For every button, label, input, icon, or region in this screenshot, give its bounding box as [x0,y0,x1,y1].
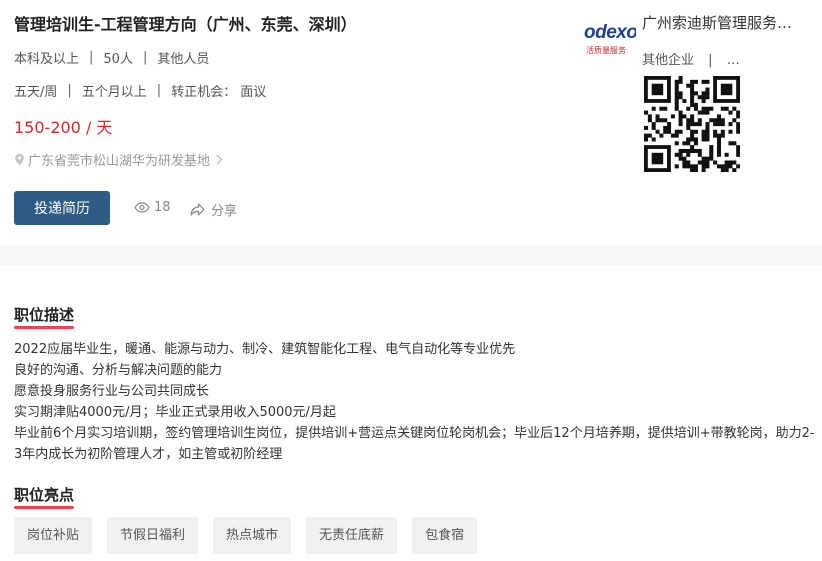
job-title: 管理培训生-工程管理方向（广州、东莞、深圳） [14,15,357,34]
view-count: 18 [134,200,171,215]
salary: 150-200 / 天 [14,118,113,137]
job-description-heading: 职位描述 [14,306,75,329]
apply-resume-button[interactable]: 投递简历 [14,191,110,225]
conversion-value: 面议 [240,85,267,100]
location-icon [15,153,24,166]
separator: | [142,50,148,65]
internship-duration: 五个月以上 [81,85,147,100]
separator: | [89,50,94,65]
highlight-tag: 包食宿 [412,517,478,554]
highlight-tag: 无责任底薪 [306,517,398,554]
highlight-tag: 节假日福利 [107,517,199,554]
company-logo-tagline: 活质量服务 [586,46,626,55]
description-line: 实习期津贴4000元/月；毕业正式录用收入5000元/月起 [14,405,336,420]
company-type-row: 其他企业 | … [642,49,740,68]
highlight-tag: 热点城市 [213,517,292,554]
job-requirements-row: 本科及以上 | 50人 | 其他人员 [14,48,209,67]
headcount: 50人 [103,52,133,67]
description-line: 良好的沟通、分析与解决问题的能力 [14,363,223,378]
qr-code-icon [644,76,740,172]
share-button[interactable]: 分享 [190,200,237,219]
share-label: 分享 [211,204,238,219]
internship-terms-row: 五天/周 | 五个月以上 | 转正机会： 面议 [14,81,266,100]
section-divider [0,245,822,265]
separator: | [156,83,162,98]
days-per-week: 五天/周 [14,85,58,100]
job-category: 其他人员 [157,52,210,67]
education-requirement: 本科及以上 [14,52,80,67]
job-description: 2022应届毕业生，暖通、能源与动力、制冷、建筑智能化工程、电气自动化等专业优先… [14,339,822,465]
company-logo-wordmark: odexo [584,22,636,43]
company-extra: … [726,53,740,68]
share-icon [190,203,205,216]
view-count-value: 18 [154,200,171,215]
description-line: 愿意投身服务行业与公司共同成长 [14,384,210,399]
company-type: 其他企业 [642,53,695,68]
highlight-tag: 岗位补贴 [14,517,93,554]
separator: | [708,53,713,68]
job-highlights-heading: 职位亮点 [14,486,75,509]
work-address-link[interactable]: 广东省莞市松山湖华为研发基地 [14,150,226,169]
highlight-tags: 岗位补贴 节假日福利 热点城市 无责任底薪 包食宿 [14,517,492,554]
description-line: 2022应届毕业生，暖通、能源与动力、制冷、建筑智能化工程、电气自动化等专业优先 [14,342,516,357]
company-logo[interactable]: odexo 活质量服务 [584,18,636,58]
description-line: 毕业前6个月实习培训期，签约管理培训生岗位，提供培训+营运点关键岗位轮岗机会；毕… [14,426,815,462]
company-name[interactable]: 广州索迪斯管理服务… [642,12,792,33]
separator: | [67,83,72,98]
chevron-right-icon [216,154,223,165]
work-address: 广东省莞市松山湖华为研发基地 [28,154,211,169]
conversion-label: 转正机会： [171,85,237,100]
eye-icon [134,202,150,213]
